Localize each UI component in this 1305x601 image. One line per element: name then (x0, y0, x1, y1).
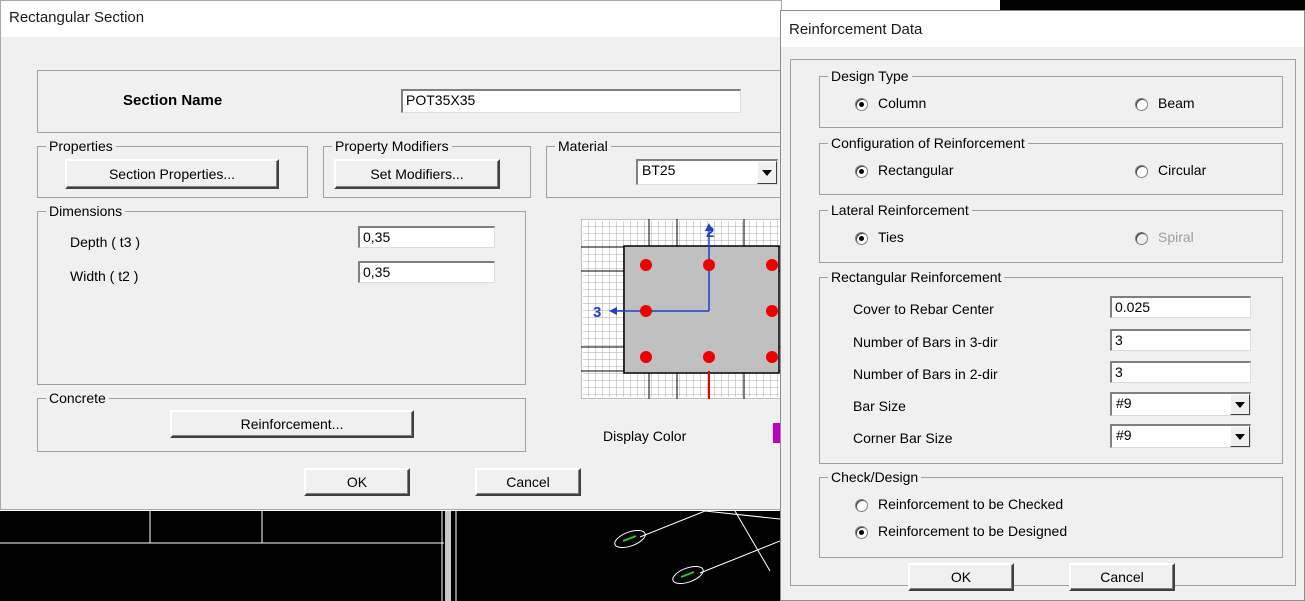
model-viewport[interactable] (0, 510, 781, 601)
rebar-dot (640, 305, 652, 317)
section-preview: 2 3 (581, 219, 781, 399)
corner-bar-size-select[interactable]: #9 (1110, 424, 1251, 448)
dimensions-group-title: Dimensions (46, 202, 126, 220)
rebar-dot (640, 351, 652, 363)
designed-radio[interactable] (855, 526, 868, 539)
checked-label: Reinforcement to be Checked (878, 496, 1064, 512)
properties-group-title: Properties (46, 137, 116, 155)
material-select[interactable]: BT25 (636, 159, 778, 185)
bar-size-label: Bar Size (853, 398, 906, 414)
display-color-label: Display Color (603, 428, 687, 444)
material-group-title: Material (555, 137, 611, 155)
dimensions-group: Dimensions Depth ( t3 ) 0,35 Width ( t2 … (37, 202, 526, 385)
design-type-group: Design Type Column Beam (819, 67, 1283, 128)
local-axis-icon (680, 571, 695, 578)
width-label: Width ( t2 ) (70, 268, 139, 284)
spiral-radio (1135, 232, 1148, 245)
bars-3-dir-label: Number of Bars in 3-dir (853, 334, 998, 350)
depth-label: Depth ( t3 ) (70, 234, 141, 250)
column-label: Column (878, 95, 927, 111)
rebar-dot (766, 259, 778, 271)
ok-button[interactable]: OK (908, 563, 1014, 591)
cover-input[interactable]: 0.025 (1110, 296, 1251, 318)
material-group: Material BT25 (546, 137, 783, 198)
bar-size-select[interactable]: #9 (1110, 392, 1251, 416)
viewport-drawing (0, 510, 781, 601)
title-bar[interactable]: Reinforcement Data (781, 11, 1304, 47)
property-modifiers-group-title: Property Modifiers (332, 137, 452, 155)
spiral-label: Spiral (1158, 229, 1194, 245)
width-input[interactable]: 0,35 (358, 261, 495, 283)
check-design-group-title: Check/Design (828, 468, 922, 486)
designed-label: Reinforcement to be Designed (878, 523, 1068, 539)
design-type-group-title: Design Type (828, 67, 912, 85)
circular-label: Circular (1158, 162, 1207, 178)
member-line (639, 510, 706, 538)
corner-bar-size-value: #9 (1116, 427, 1132, 443)
lateral-reinforcement-group: Lateral Reinforcement Ties Spiral (819, 201, 1283, 263)
member-line (704, 510, 781, 520)
set-modifiers-button[interactable]: Set Modifiers... (334, 159, 500, 189)
viewport-top-strip (1000, 0, 1305, 10)
rebar-dot (640, 259, 652, 271)
material-value: BT25 (642, 162, 676, 178)
axis-3-label: 3 (593, 304, 601, 321)
title-bar[interactable]: Rectangular Section (1, 1, 781, 37)
chevron-down-icon[interactable] (1230, 426, 1250, 447)
rectangular-section-dialog: Rectangular Section Section Name POT35X3… (0, 0, 783, 510)
section-name-label: Section Name (123, 92, 223, 109)
chevron-down-icon[interactable] (757, 161, 777, 184)
configuration-group-title: Configuration of Reinforcement (828, 134, 1028, 152)
local-axis-icon (622, 535, 637, 542)
rebar-dot (766, 305, 778, 317)
circular-radio[interactable] (1135, 165, 1148, 178)
dialog-title: Rectangular Section (9, 9, 145, 26)
cancel-button[interactable]: Cancel (475, 468, 581, 496)
column-radio[interactable] (855, 98, 868, 111)
beam-radio[interactable] (1135, 98, 1148, 111)
ties-label: Ties (878, 229, 904, 245)
cover-label: Cover to Rebar Center (853, 301, 994, 317)
section-properties-button[interactable]: Section Properties... (65, 159, 279, 189)
cancel-button[interactable]: Cancel (1069, 563, 1175, 591)
beam-label: Beam (1158, 95, 1195, 111)
dialog-title: Reinforcement Data (789, 21, 923, 38)
chevron-down-icon[interactable] (1230, 394, 1250, 415)
member-line (734, 510, 771, 572)
corner-bar-size-label: Corner Bar Size (853, 430, 953, 446)
rectangular-label: Rectangular (878, 162, 954, 178)
bars-3-dir-input[interactable]: 3 (1110, 329, 1251, 351)
concrete-group-title: Concrete (46, 389, 109, 407)
axis-2-label: 2 (706, 224, 714, 241)
check-design-group: Check/Design Reinforcement to be Checked… (819, 468, 1283, 558)
rebar-dot (703, 259, 715, 271)
viewport-divider (445, 511, 451, 601)
lateral-group-title: Lateral Reinforcement (828, 201, 972, 219)
ties-radio[interactable] (855, 232, 868, 245)
section-name-input[interactable]: POT35X35 (401, 89, 741, 113)
properties-group: Properties Section Properties... (37, 137, 308, 198)
reinforcement-data-dialog: Reinforcement Data Design Type Column Be… (780, 10, 1305, 601)
ok-button[interactable]: OK (304, 468, 410, 496)
depth-input[interactable]: 0,35 (358, 226, 495, 248)
reinforcement-button[interactable]: Reinforcement... (170, 410, 414, 438)
bars-2-dir-label: Number of Bars in 2-dir (853, 366, 998, 382)
rebar-dot (766, 351, 778, 363)
bar-size-value: #9 (1116, 395, 1132, 411)
checked-radio[interactable] (855, 499, 868, 512)
property-modifiers-group: Property Modifiers Set Modifiers... (323, 137, 531, 198)
rebar-dot (703, 351, 715, 363)
rectangular-reinforcement-group: Rectangular Reinforcement Cover to Rebar… (819, 268, 1283, 464)
rectangular-group-title: Rectangular Reinforcement (828, 268, 1005, 286)
bars-2-dir-input[interactable]: 3 (1110, 361, 1251, 383)
configuration-group: Configuration of Reinforcement Rectangul… (819, 134, 1283, 195)
rectangular-radio[interactable] (855, 165, 868, 178)
section-name-frame: Section Name POT35X35 (37, 70, 781, 133)
concrete-group: Concrete Reinforcement... (37, 389, 526, 452)
